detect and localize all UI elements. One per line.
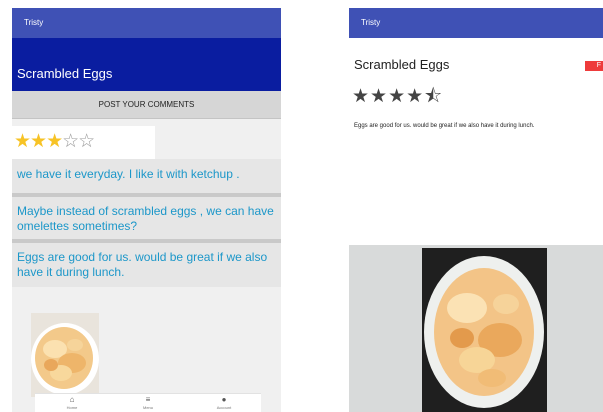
app-bar: Tristy [349, 8, 603, 38]
dish-description: Eggs are good for us. would be great if … [354, 123, 535, 129]
comment-item: we have it everyday. I like it with ketc… [12, 159, 281, 193]
star-full-icon[interactable]: ★★ [14, 131, 47, 152]
post-comments-button[interactable]: POST YOUR COMMENTS [12, 91, 281, 119]
nav-account[interactable]: ● Account [199, 395, 249, 411]
comments-screen: Tristy Scrambled Eggs POST YOUR COMMENTS… [12, 8, 281, 412]
dish-photo [31, 313, 99, 397]
star-empty-icon[interactable]: ☆☆ [62, 131, 95, 152]
app-title: Tristy [361, 18, 381, 27]
rating-stars[interactable]: ★★★☆☆ [12, 126, 155, 159]
comment-item: Maybe instead of scrambled eggs , we can… [12, 197, 281, 239]
dish-header: Scrambled Eggs [12, 38, 281, 91]
dish-title: Scrambled Eggs [354, 57, 450, 72]
nav-home[interactable]: ⌂ Home [47, 395, 97, 411]
comment-text: Eggs are good for us. would be great if … [17, 250, 268, 279]
menu-icon: ≡ [145, 395, 151, 404]
app-bar: Tristy [12, 8, 281, 38]
home-icon: ⌂ [69, 395, 75, 404]
comment-item: Eggs are good for us. would be great if … [12, 243, 281, 287]
app-title: Tristy [24, 18, 44, 27]
nav-menu[interactable]: ≡ Menu [123, 395, 173, 411]
star-half-icon[interactable]: ★ [46, 131, 63, 152]
bottom-nav: ⌂ Home ≡ Menu ● Account [35, 393, 261, 412]
comment-text: we have it everyday. I like it with ketc… [17, 167, 240, 181]
rating-stars: ★★★★⯪ [352, 86, 444, 107]
dish-photo [422, 248, 547, 412]
account-icon: ● [221, 395, 227, 404]
status-badge: F [585, 61, 603, 71]
dish-detail-screen: Tristy Scrambled Eggs F ★★★★⯪ Eggs are g… [349, 8, 603, 412]
dish-title: Scrambled Eggs [17, 66, 113, 81]
comment-text: Maybe instead of scrambled eggs , we can… [17, 204, 274, 233]
